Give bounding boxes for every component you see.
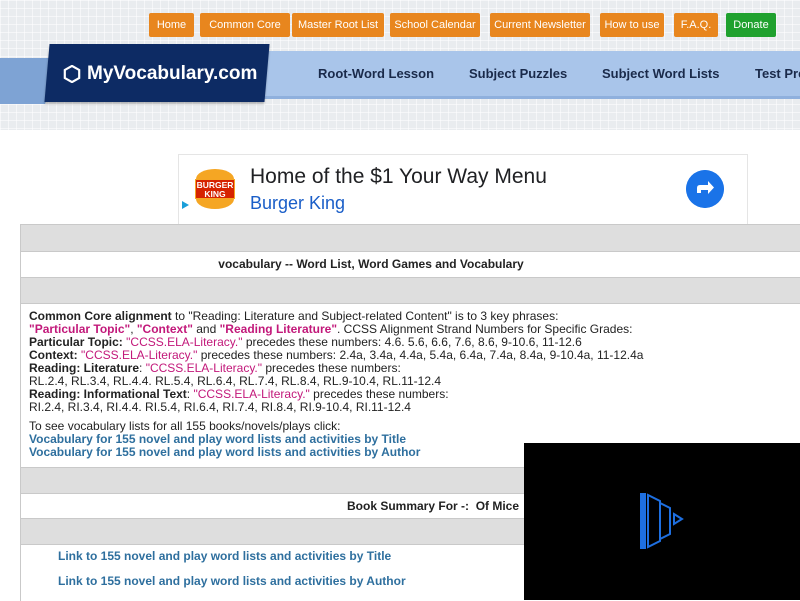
cc-particular-topic-label: Particular Topic: <box>29 335 123 349</box>
burger-king-logo: BURGER KING <box>195 169 235 209</box>
cc-context-label: Context: <box>29 348 78 362</box>
cc-separator: , <box>130 322 137 336</box>
top-nav-home[interactable]: Home <box>149 13 194 37</box>
cc-informational-numbers: RI.2.4, RI.3.4, RI.4.4. RI.5.4, RI.6.4, … <box>29 400 411 414</box>
top-nav-how-to-use[interactable]: How to use <box>600 13 664 37</box>
link-vocabulary-by-author[interactable]: Vocabulary for 155 novel and play word l… <box>29 445 420 459</box>
table-row <box>20 277 800 304</box>
common-core-block: Common Core alignment to "Reading: Liter… <box>29 310 789 459</box>
cc-reading-literature-text: precedes these numbers: <box>262 361 401 375</box>
main-nav-test-prep[interactable]: Test Pre <box>755 51 800 96</box>
cc-reading-literature-code: "CCSS.ELA-Literacy." <box>145 361 263 375</box>
cc-strand-text: . CCSS Alignment Strand Numbers for Spec… <box>337 322 633 336</box>
top-nav-common-core[interactable]: Common Core <box>200 13 290 37</box>
cc-particular-topic-numbers: precedes these numbers: 4.6. 5.6, 6.6, 7… <box>242 335 582 349</box>
cc-intro-text: to "Reading: Literature and Subject-rela… <box>171 309 559 323</box>
main-nav-root-word-lesson[interactable]: Root-Word Lesson <box>318 51 434 96</box>
book-summary-title: Of Mice <box>475 499 520 513</box>
top-nav-current-newsletter[interactable]: Current Newsletter <box>490 13 590 37</box>
cc-particular-topic-code: "CCSS.ELA-Literacy." <box>126 335 243 349</box>
link-lower-by-title[interactable]: Link to 155 novel and play word lists an… <box>58 549 391 563</box>
hexagon-logo-icon <box>63 65 81 83</box>
video-player[interactable] <box>524 443 800 600</box>
ad-choices-icon[interactable] <box>180 200 190 210</box>
top-nav-faq[interactable]: F.A.Q. <box>674 13 718 37</box>
ad-advertiser[interactable]: Burger King <box>250 193 345 214</box>
cc-context-code: "CCSS.ELA-Literacy." <box>81 348 198 362</box>
ad-banner[interactable]: BURGER KING Home of the $1 Your Way Menu… <box>178 154 748 225</box>
top-nav-school-calendar[interactable]: School Calendar <box>390 13 480 37</box>
cc-phrase-context: "Context" <box>136 322 193 336</box>
main-nav-subject-puzzles[interactable]: Subject Puzzles <box>469 51 567 96</box>
top-nav-donate[interactable]: Donate <box>726 13 776 37</box>
main-nav-subject-word-lists[interactable]: Subject Word Lists <box>602 51 720 96</box>
cc-context-numbers: precedes these numbers: 2.4a, 3.4a, 4.4a… <box>197 348 644 362</box>
cc-informational-text: precedes these numbers: <box>309 387 449 401</box>
cc-intro-label: Common Core alignment <box>29 309 172 323</box>
link-vocabulary-by-title[interactable]: Vocabulary for 155 novel and play word l… <box>29 432 406 446</box>
cc-informational-code: "CCSS.ELA-Literacy." <box>193 387 310 401</box>
video-logo-icon <box>640 493 684 549</box>
page-title-row: vocabulary -- Word List, Word Games and … <box>20 251 800 277</box>
logo-text: MyVocabulary.com <box>87 63 258 84</box>
link-lower-by-author[interactable]: Link to 155 novel and play word lists an… <box>58 574 406 588</box>
ad-logo-text-bottom: KING <box>204 189 226 199</box>
site-logo[interactable]: MyVocabulary.com <box>63 60 257 88</box>
top-nav-master-root-list[interactable]: Master Root List <box>292 13 384 37</box>
cc-separator: and <box>192 322 220 336</box>
page-title: vocabulary -- Word List, Word Games and … <box>218 257 524 271</box>
table-row <box>20 224 800 251</box>
book-summary-heading: Book Summary For -: Of Mice <box>347 499 519 513</box>
book-summary-label: Book Summary For -: <box>347 499 470 513</box>
cc-phrase-particular-topic: "Particular Topic" <box>29 322 131 336</box>
cc-informational-label: Reading: Informational Text <box>29 387 187 401</box>
cc-reading-literature-label: Reading: Literature <box>29 361 140 375</box>
main-nav: Root-Word Lesson Subject Puzzles Subject… <box>250 51 800 99</box>
ad-headline[interactable]: Home of the $1 Your Way Menu <box>250 165 547 189</box>
ad-arrow-icon[interactable] <box>686 170 724 208</box>
cc-phrase-reading-literature: "Reading Literature" <box>219 322 338 336</box>
